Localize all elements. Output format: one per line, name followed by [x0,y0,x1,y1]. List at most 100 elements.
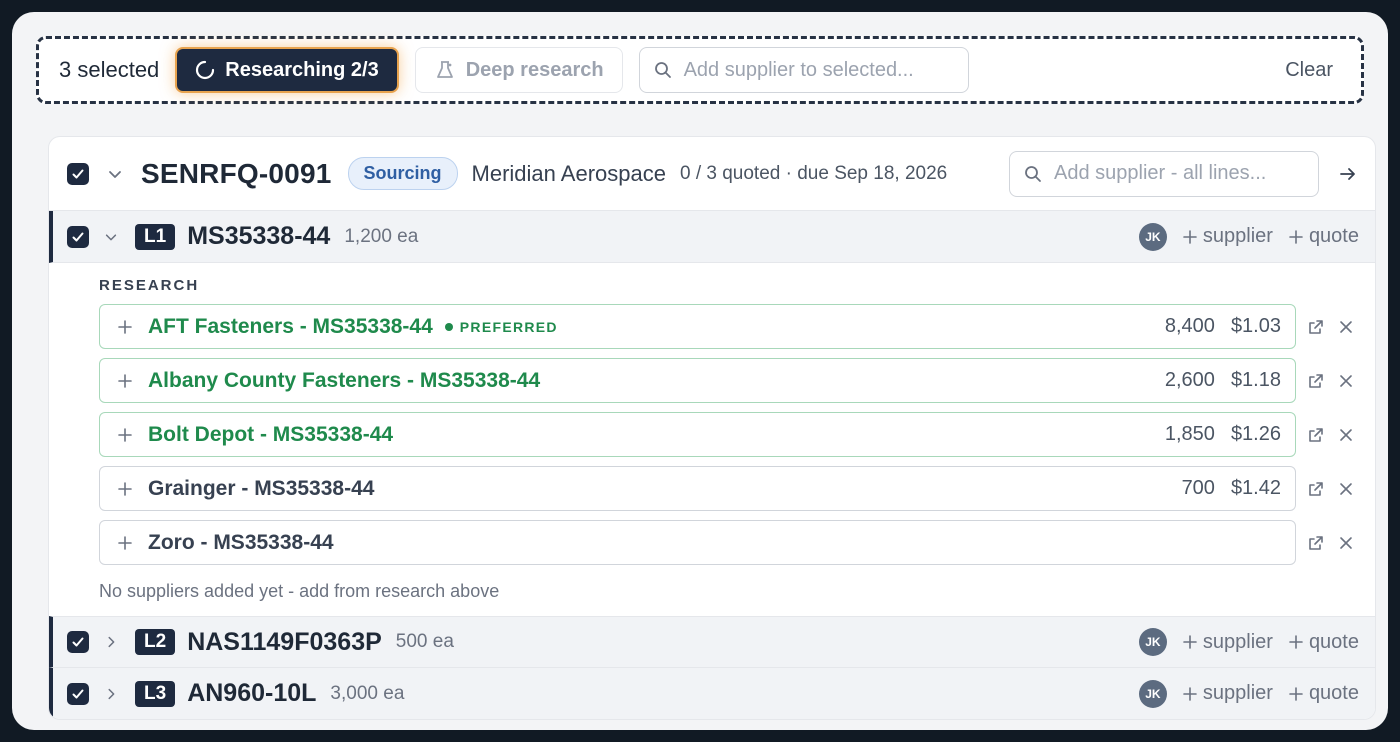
research-result[interactable]: Bolt Depot - MS35338-44 1,850 $1.26 [99,412,1296,457]
preferred-badge: PREFERRED [444,318,558,335]
part-number: NAS1149F0363P [187,627,382,656]
supplier-stock: 1,850 [1164,423,1215,445]
add-quote-label: quote [1308,225,1359,247]
research-results: AFT Fasteners - MS35338-44 PREFERRED 8,400… [99,304,1359,565]
research-result[interactable]: Grainger - MS35338-44 700 $1.42 [99,466,1296,511]
chevron-down-icon[interactable] [101,227,121,247]
result-actions [1307,318,1353,336]
add-quote-link[interactable]: quote [1289,682,1359,705]
customer-name: Meridian Aerospace [471,160,666,186]
spinner-icon [195,60,215,80]
chevron-right-icon[interactable] [101,684,121,704]
line-row-l3[interactable]: L3 AN960-10L 3,000 ea JK supplier quote [49,668,1375,719]
chevron-right-icon[interactable] [101,632,121,652]
external-link-icon[interactable] [1307,534,1325,552]
plus-icon[interactable] [118,481,132,496]
supplier-stock: 700 [1181,477,1215,499]
add-supplier-label: supplier [1202,682,1273,704]
add-supplier-label: supplier [1202,630,1273,653]
add-supplier-link[interactable]: supplier [1183,631,1273,654]
add-supplier-all-lines-input[interactable]: Add supplier - all lines... [1009,150,1319,197]
line-tag: L3 [135,680,176,707]
close-icon[interactable] [1339,428,1353,442]
add-quote-label: quote [1308,682,1359,704]
researching-label: Researching 2/3 [225,58,379,81]
search-icon [1024,165,1042,183]
research-panel: RESEARCH AFT Fasteners - MS35338-44 PREFE… [49,263,1375,602]
plus-icon [1183,686,1197,701]
supplier-name: AFT Fasteners - MS35338-44 [148,314,433,338]
external-link-icon[interactable] [1307,480,1325,498]
search-icon [654,61,672,79]
part-number: AN960-10L [187,679,317,707]
plus-icon[interactable] [118,427,132,442]
line-checkbox[interactable] [67,631,89,653]
line-quantity: 1,200 ea [344,225,419,247]
research-heading: RESEARCH [99,277,200,294]
add-supplier-label: supplier [1202,225,1273,247]
research-result[interactable]: AFT Fasteners - MS35338-44 PREFERRED 8,400… [99,304,1296,349]
supplier-name: Bolt Depot - MS35338-44 [148,422,394,446]
add-supplier-link[interactable]: supplier [1183,682,1273,705]
plus-icon[interactable] [118,319,132,334]
supplier-name: Zoro - MS35338-44 [148,530,334,554]
researching-button[interactable]: Researching 2/3 [175,47,399,93]
research-result[interactable]: Albany County Fasteners - MS35338-44 2,60… [99,358,1296,403]
external-link-icon[interactable] [1307,426,1325,444]
plus-icon [1289,229,1303,244]
research-result-row: Albany County Fasteners - MS35338-44 2,60… [99,358,1359,403]
line-quantity: 3,000 ea [330,682,405,704]
research-result-row: Zoro - MS35338-44 [99,520,1359,565]
rfq-card: SENRFQ-0091 Sourcing Meridian Aerospace … [48,136,1376,720]
add-supplier-selected-placeholder: Add supplier to selected... [683,58,914,81]
close-icon[interactable] [1339,536,1353,550]
avatar[interactable]: JK [1138,628,1167,656]
plus-icon[interactable] [118,535,132,550]
status-dot-icon [444,322,453,331]
close-icon[interactable] [1339,374,1353,388]
external-link-icon[interactable] [1307,372,1325,390]
arrow-right-icon[interactable] [1337,163,1359,185]
research-result-row: Bolt Depot - MS35338-44 1,850 $1.26 [99,412,1359,457]
supplier-price: $1.42 [1230,477,1281,499]
rfq-id[interactable]: SENRFQ-0091 [141,158,332,190]
selected-count: 3 selected [59,57,160,82]
close-icon[interactable] [1339,482,1353,496]
add-supplier-selected-input[interactable]: Add supplier to selected... [638,47,969,93]
part-number: MS35338-44 [187,222,331,250]
line-tag: L2 [135,629,176,655]
external-link-icon[interactable] [1307,318,1325,336]
research-result-row: AFT Fasteners - MS35338-44 PREFERRED 8,400… [99,304,1359,349]
avatar[interactable]: JK [1138,679,1167,708]
app-frame: 3 selected Researching 2/3 Deep research… [12,12,1388,730]
plus-icon[interactable] [118,373,132,388]
rfq-checkbox[interactable] [67,162,89,185]
deep-research-button[interactable]: Deep research [414,47,623,93]
supplier-stock: 2,600 [1164,369,1215,391]
line-checkbox[interactable] [67,225,89,248]
add-quote-link[interactable]: quote [1289,631,1359,654]
research-result[interactable]: Zoro - MS35338-44 [99,520,1296,565]
plus-icon [1183,635,1197,649]
chevron-down-icon[interactable] [105,164,125,184]
plus-icon [1183,229,1197,244]
research-result-row: Grainger - MS35338-44 700 $1.42 [99,466,1359,511]
supplier-name: Grainger - MS35338-44 [148,476,375,500]
line-row-l1[interactable]: L1 MS35338-44 1,200 ea JK supplier quote [49,211,1375,263]
close-icon[interactable] [1339,320,1353,334]
supplier-price: $1.03 [1230,315,1281,337]
avatar[interactable]: JK [1138,222,1167,251]
line-row-l2[interactable]: L2 NAS1149F0363P 500 ea JK supplier quot… [49,616,1375,668]
result-actions [1307,480,1353,498]
result-actions [1307,534,1353,552]
result-actions [1307,426,1353,444]
add-supplier-all-lines-placeholder: Add supplier - all lines... [1054,162,1267,184]
line-tag: L1 [135,223,176,250]
status-badge: Sourcing [347,157,458,190]
quoted-summary: 0 / 3 quoted · due Sep 18, 2026 [679,162,948,184]
add-quote-link[interactable]: quote [1289,225,1359,248]
preferred-label: PREFERRED [459,318,558,335]
clear-button[interactable]: Clear [1275,53,1343,88]
add-supplier-link[interactable]: supplier [1183,225,1273,248]
line-checkbox[interactable] [67,682,89,705]
